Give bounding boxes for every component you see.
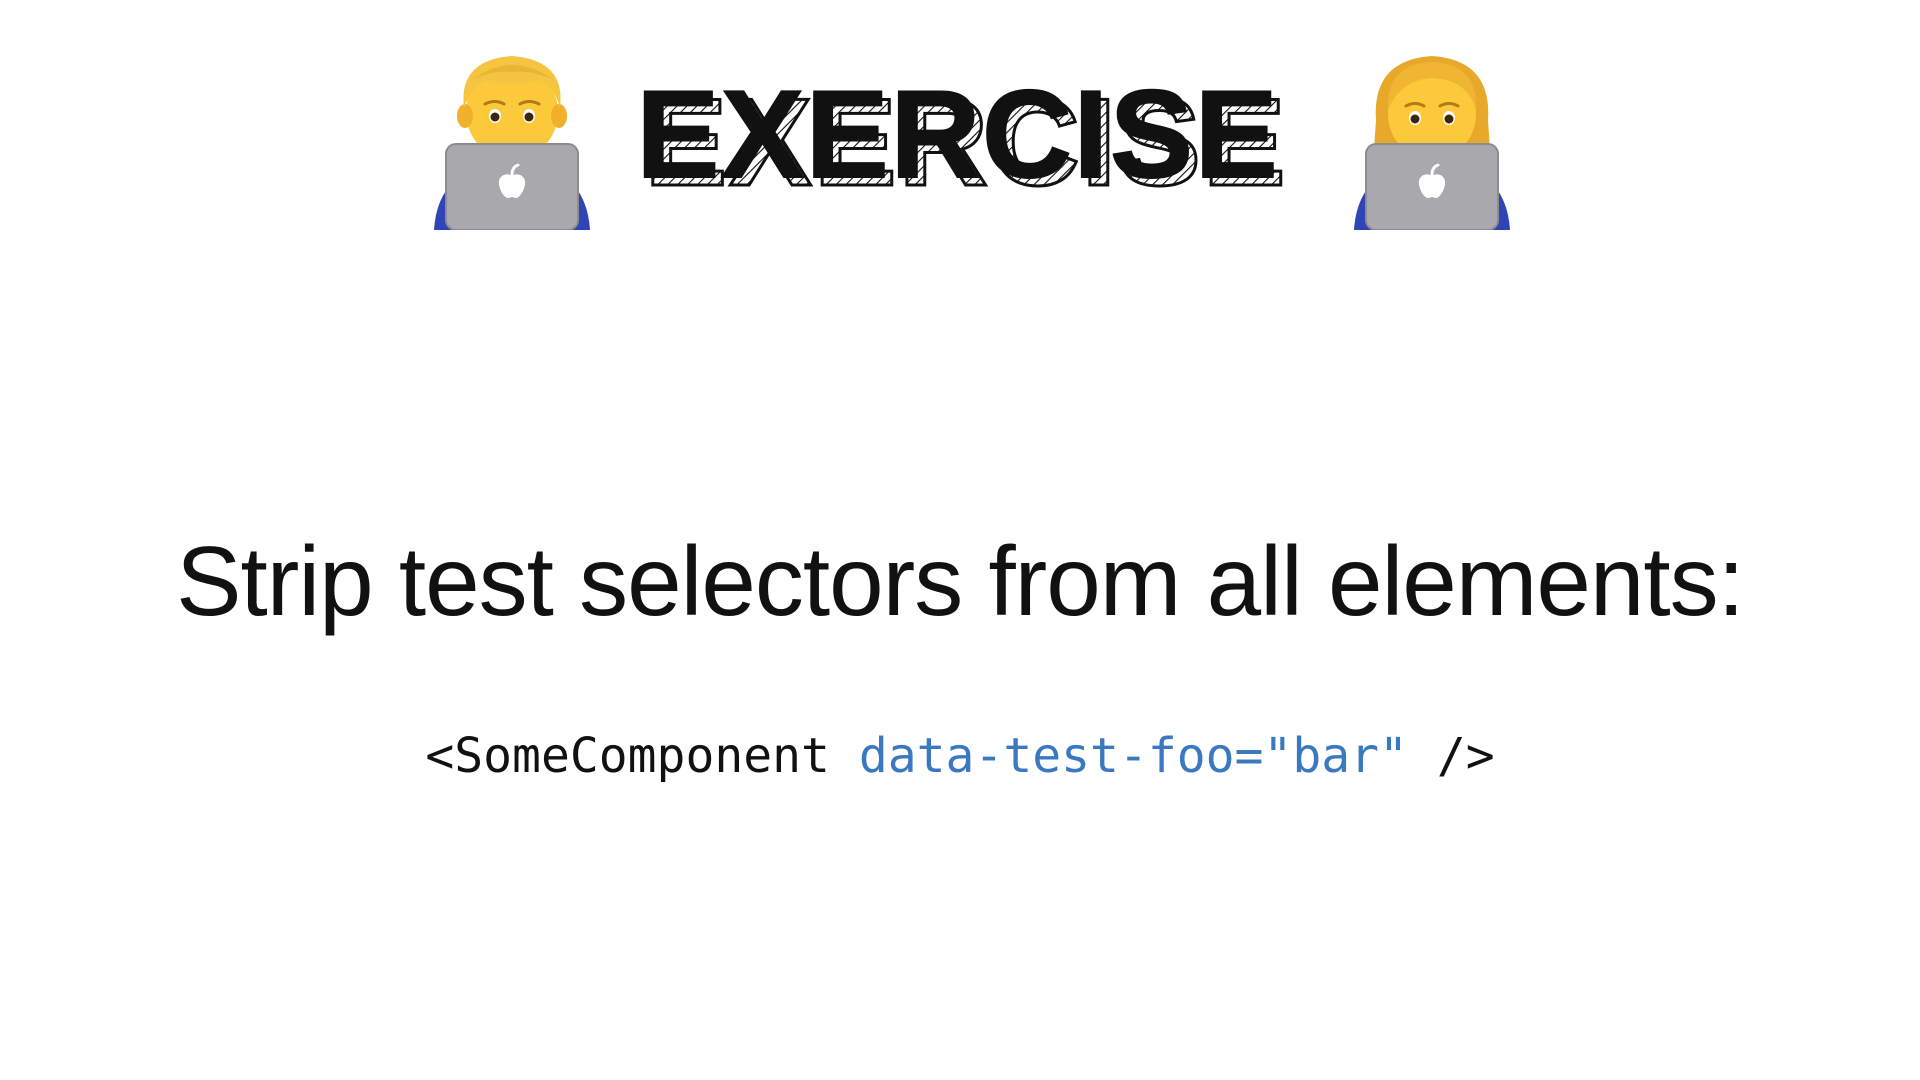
- title-text: EXERCISE: [636, 66, 1279, 204]
- headline: Strip test selectors from all elements:: [176, 526, 1745, 636]
- code-example: <SomeComponent data-test-foo="bar" />: [0, 728, 1920, 784]
- code-tag-open: <SomeComponent: [425, 728, 830, 784]
- exercise-title: EXERCISE EXERCISE: [620, 50, 1300, 235]
- woman-technologist-icon: [1352, 50, 1512, 230]
- code-attribute: data-test-foo="bar": [858, 728, 1408, 784]
- code-tag-close: />: [1436, 728, 1495, 784]
- man-technologist-icon: [432, 50, 592, 230]
- slide-header: EXERCISE EXERCISE: [0, 50, 1920, 235]
